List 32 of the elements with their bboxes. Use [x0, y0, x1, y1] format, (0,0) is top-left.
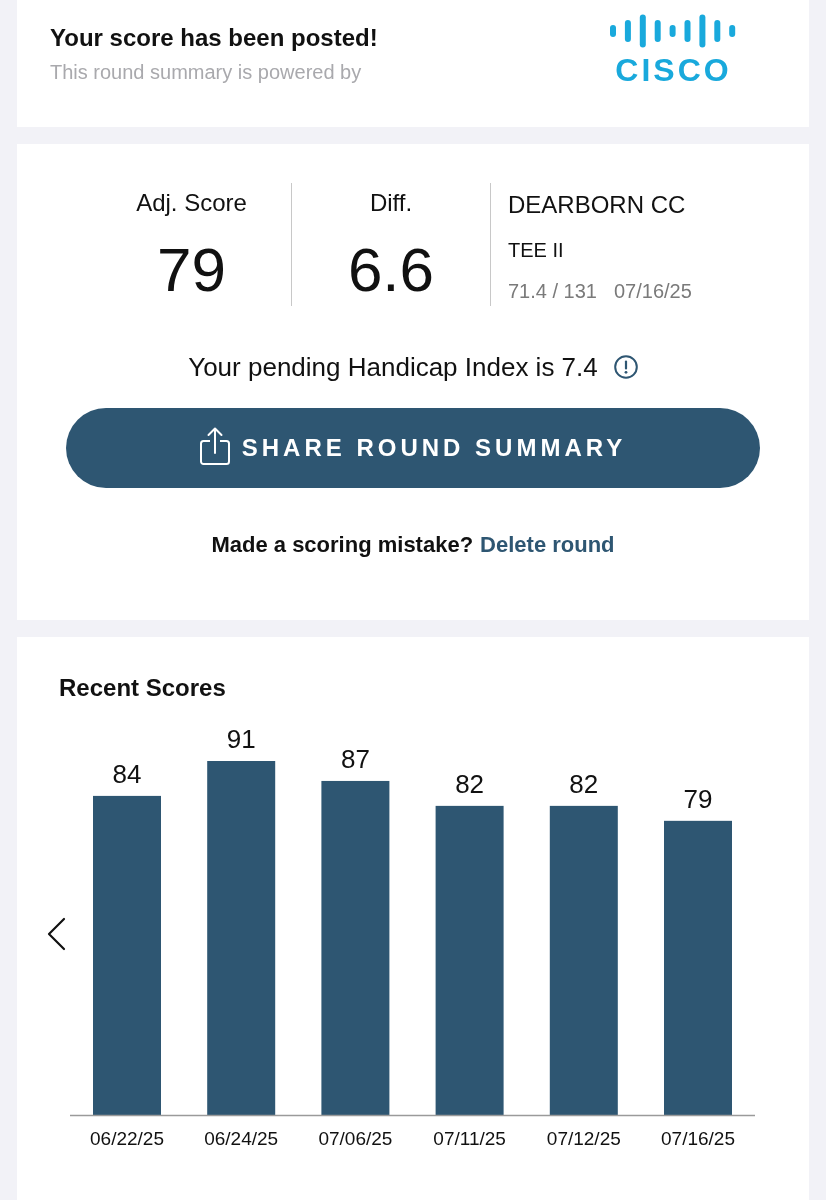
tee-name: TEE II — [508, 238, 565, 263]
date-axis-label: 07/16/25 — [661, 1128, 735, 1149]
stat-label: Diff. — [369, 188, 413, 218]
share-icon — [199, 427, 230, 465]
bar-value-label: 79 — [683, 783, 713, 814]
chevron-left-icon[interactable] — [47, 917, 66, 951]
logo-text: CISCO — [615, 54, 732, 86]
bar-value-label: 87 — [340, 743, 370, 774]
recent-scores-title: Recent Scores — [59, 673, 227, 703]
date-axis-label: 07/11/25 — [433, 1128, 506, 1149]
date-axis-label: 06/24/25 — [204, 1128, 279, 1149]
alert-circle-icon[interactable] — [613, 355, 638, 379]
share-round-summary-button[interactable]: SHARE ROUND SUMMARY — [66, 408, 760, 488]
stat-value: 6.6 — [347, 238, 435, 302]
bar-value-label: 82 — [569, 768, 599, 799]
round-date: 07/16/25 — [613, 279, 692, 304]
powered-by-text: This round summary is powered by — [50, 60, 363, 85]
bar-value-label: 82 — [455, 768, 485, 799]
score-posted-title: Your score has been posted! — [50, 23, 378, 53]
date-axis-label: 07/12/25 — [546, 1128, 621, 1149]
bar-value-label: 91 — [226, 724, 256, 754]
stat-label: Adj. Score — [136, 188, 247, 218]
handicap-index-text: Your pending Handicap Index is 7.4 — [188, 351, 598, 383]
stat-value: 79 — [157, 238, 226, 302]
date-axis-label: 07/06/25 — [318, 1128, 393, 1149]
bar-value-label: 84 — [112, 758, 142, 789]
delete-round-link[interactable]: Delete round — [480, 531, 615, 559]
date-axis-label: 06/22/25 — [90, 1128, 164, 1149]
scoring-mistake-text: Made a scoring mistake? — [211, 531, 474, 559]
rating-slope-text: 71.4 / 131 — [508, 279, 597, 304]
logo-bars-icon — [610, 14, 737, 48]
course-name: DEARBORN CC — [508, 190, 687, 220]
